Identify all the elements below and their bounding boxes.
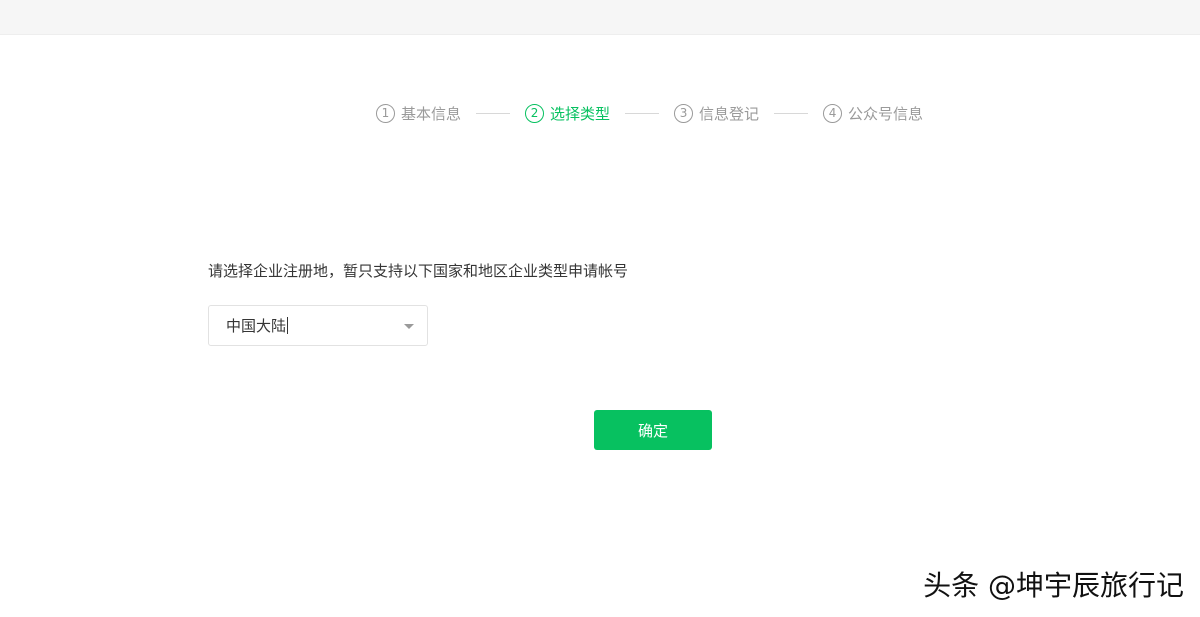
top-header-band xyxy=(0,0,1200,35)
step-divider xyxy=(774,112,809,114)
step-progress: 1 基本信息 2 选择类型 3 信息登记 4 公众号信息 xyxy=(376,102,923,124)
step-number: 3 xyxy=(674,103,694,123)
step-divider xyxy=(625,112,660,114)
step-select-type: 2 选择类型 xyxy=(525,103,610,124)
step-info-registration: 3 信息登记 xyxy=(674,103,759,124)
step-number: 4 xyxy=(823,103,843,123)
step-account-info: 4 公众号信息 xyxy=(823,103,923,124)
step-number: 2 xyxy=(525,103,545,123)
text-cursor xyxy=(287,317,289,334)
step-label: 信息登记 xyxy=(699,104,760,123)
region-select-value: 中国大陆 xyxy=(226,317,287,335)
step-label: 选择类型 xyxy=(550,104,611,123)
step-number: 1 xyxy=(376,103,395,123)
watermark: 头条 @坤宇辰旅行记 xyxy=(923,569,1184,602)
confirm-button[interactable]: 确定 xyxy=(594,410,712,450)
step-label: 基本信息 xyxy=(401,104,462,123)
region-select[interactable]: 中国大陆 xyxy=(208,305,428,346)
region-prompt: 请选择企业注册地，暂只支持以下国家和地区企业类型申请帐号 xyxy=(208,262,629,280)
step-basic-info: 1 基本信息 xyxy=(376,103,461,124)
chevron-down-icon xyxy=(404,324,414,329)
step-divider xyxy=(476,112,511,114)
step-label: 公众号信息 xyxy=(848,104,924,123)
